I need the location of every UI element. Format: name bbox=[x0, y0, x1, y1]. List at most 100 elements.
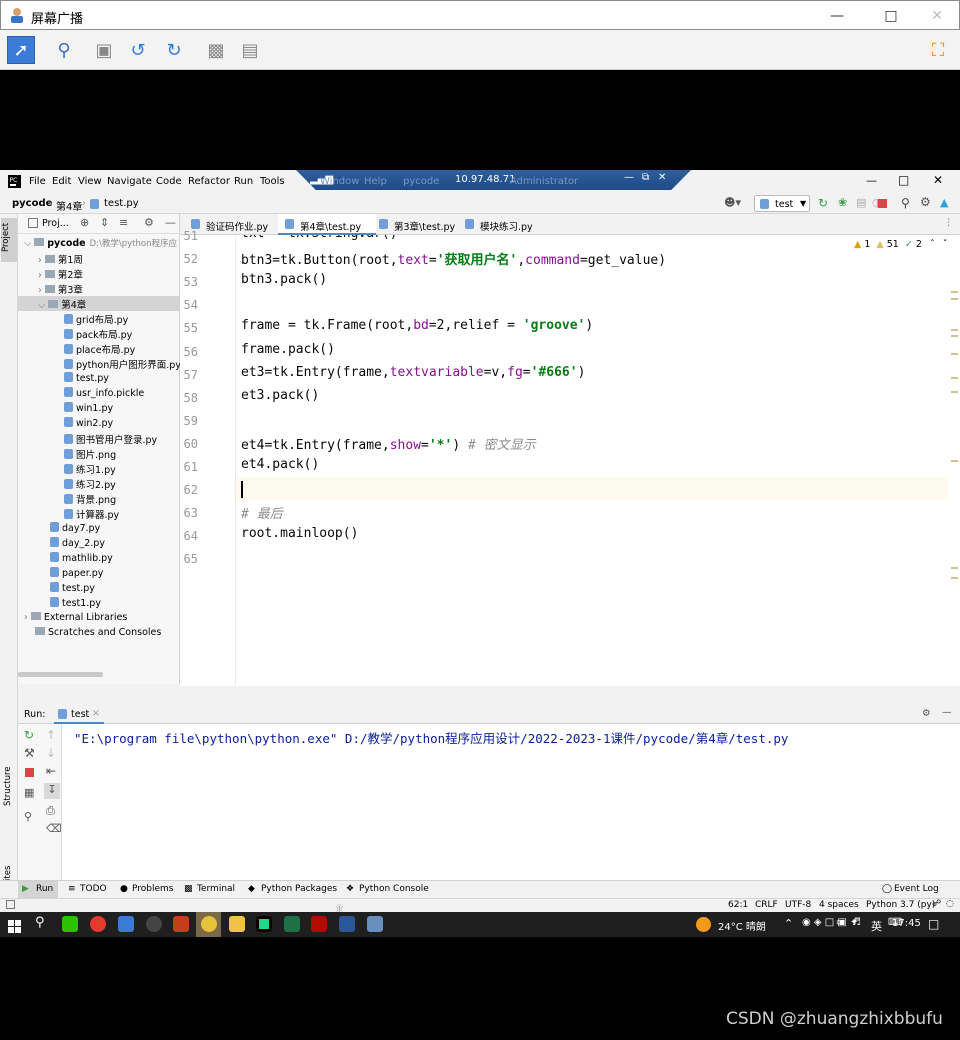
search-icon[interactable]: ⚲ bbox=[901, 196, 910, 210]
clock[interactable]: 17:45 bbox=[892, 918, 921, 929]
locate-icon[interactable]: ⊕ bbox=[80, 216, 89, 229]
redo-icon[interactable]: ↻ bbox=[160, 36, 188, 64]
bottom-tab-terminal[interactable]: Terminal bbox=[197, 884, 235, 894]
menu-window[interactable]: Window bbox=[320, 176, 359, 187]
weather-text[interactable]: 24°C 晴朗 bbox=[718, 918, 766, 933]
code-line[interactable]: et3=tk.Entry(frame,textvariable=v,fg='#6… bbox=[241, 365, 585, 380]
chevron-down-icon[interactable]: ⌵ bbox=[38, 300, 45, 311]
bottom-tab-run[interactable]: ▶ Run bbox=[18, 881, 58, 898]
editor-scrollbar[interactable] bbox=[948, 235, 960, 686]
powerpoint-icon[interactable] bbox=[173, 916, 189, 932]
code-line[interactable]: frame.pack() bbox=[241, 342, 335, 357]
bottom-tab-problems[interactable]: Problems bbox=[132, 884, 173, 894]
file-encoding[interactable]: UTF-8 bbox=[785, 900, 811, 910]
interpreter[interactable]: Python 3.7 (py) bbox=[866, 900, 935, 910]
tree-item[interactable]: ⌵ 第4章 bbox=[18, 296, 180, 311]
tree-item[interactable]: test.py bbox=[18, 371, 180, 386]
chevron-down-icon[interactable]: ˇ bbox=[943, 239, 948, 250]
remote-control-bar[interactable]: ▂▄▆ Window Help pycode 10.97.48.71 Admin… bbox=[296, 170, 691, 190]
tree-item[interactable]: 图片.png bbox=[18, 446, 180, 461]
tab-module-practice[interactable]: 模块练习.py × bbox=[458, 214, 548, 244]
close-tab-icon[interactable]: × bbox=[92, 708, 100, 719]
tree-item[interactable]: usr_info.pickle bbox=[18, 386, 180, 401]
search-icon[interactable]: ⚲ bbox=[35, 915, 45, 930]
tree-horizontal-scrollbar[interactable] bbox=[18, 672, 103, 677]
pycharm-icon[interactable] bbox=[256, 916, 272, 932]
gear-icon[interactable]: ⚙ bbox=[922, 708, 931, 719]
acrobat-icon[interactable] bbox=[311, 916, 327, 932]
layout-icon[interactable]: ▦ bbox=[24, 786, 34, 799]
bottom-tab-todo[interactable]: TODO bbox=[80, 884, 107, 894]
print-icon[interactable]: ⎙ bbox=[46, 804, 55, 818]
volume-icon[interactable]: ♬ bbox=[852, 917, 861, 928]
debug-icon[interactable]: ❀ bbox=[838, 196, 847, 209]
tab-actions-icon[interactable]: ⋮ bbox=[944, 217, 954, 228]
caret-position[interactable]: 62:1 bbox=[728, 900, 748, 910]
console-output[interactable]: "E:\program file\python\python.exe" D:/教… bbox=[74, 728, 788, 747]
remote-minimize-icon[interactable]: — bbox=[624, 172, 634, 183]
menu-tools[interactable]: Tools bbox=[260, 176, 285, 187]
word-icon[interactable] bbox=[339, 916, 355, 932]
chevron-right-icon[interactable]: › bbox=[38, 255, 42, 266]
broadcast-app-icon[interactable] bbox=[367, 916, 383, 932]
chat-icon[interactable] bbox=[146, 916, 162, 932]
event-log-button[interactable]: Event Log bbox=[894, 884, 939, 894]
wrench-icon[interactable]: ⚒ bbox=[24, 746, 35, 760]
down-arrow-icon[interactable]: ↓ bbox=[46, 746, 56, 760]
tree-item[interactable]: place布局.py bbox=[18, 341, 180, 356]
remote-close-icon[interactable]: ✕ bbox=[658, 172, 666, 183]
tree-item[interactable]: paper.py bbox=[18, 566, 180, 581]
tree-item[interactable]: day_2.py bbox=[18, 536, 180, 551]
screen-icon[interactable]: ▤ bbox=[236, 36, 264, 64]
minimize-button[interactable]: — bbox=[823, 5, 851, 27]
excel-icon[interactable] bbox=[284, 916, 300, 932]
rerun-icon[interactable]: ↻ bbox=[818, 196, 828, 210]
run-tab-test[interactable]: test × bbox=[54, 706, 104, 724]
code-line[interactable]: btn3=tk.Button(root,text='获取用户名',command… bbox=[241, 249, 666, 268]
menu-view[interactable]: View bbox=[78, 176, 102, 187]
monitor-icon[interactable]: ▣ bbox=[90, 36, 118, 64]
chevron-right-icon[interactable]: › bbox=[24, 612, 28, 623]
line-separator[interactable]: CRLF bbox=[755, 900, 778, 910]
code-line[interactable]: # 最后 bbox=[241, 503, 283, 522]
plugin-icon[interactable]: ▲ bbox=[940, 196, 948, 209]
scroll-to-end-icon[interactable]: ↧ bbox=[44, 783, 60, 799]
menu-refactor[interactable]: Refactor bbox=[188, 176, 230, 187]
coverage-icon[interactable]: ▤ bbox=[856, 196, 866, 209]
up-arrow-icon[interactable]: ↑ bbox=[46, 728, 56, 742]
code-line[interactable]: et4.pack() bbox=[241, 457, 319, 472]
chevron-right-icon[interactable]: › bbox=[38, 270, 42, 281]
ide-maximize-button[interactable]: □ bbox=[898, 173, 909, 187]
wechat-icon[interactable] bbox=[62, 916, 78, 932]
lock-icon[interactable]: ☍ bbox=[932, 899, 941, 909]
tree-item[interactable]: win1.py bbox=[18, 401, 180, 416]
menu-code[interactable]: Code bbox=[156, 176, 182, 187]
tree-item[interactable]: 背景.png bbox=[18, 491, 180, 506]
code-line[interactable]: et3.pack() bbox=[241, 388, 319, 403]
rerun-icon[interactable]: ↻ bbox=[24, 728, 34, 742]
app-icon[interactable] bbox=[118, 916, 134, 932]
tab-ch4-test[interactable]: 第4章\test.py × bbox=[278, 214, 376, 244]
network-icon[interactable]: ▭ bbox=[836, 917, 845, 928]
breadcrumb-folder[interactable]: 第4章 bbox=[56, 198, 82, 213]
fullscreen-icon[interactable]: ⛶ bbox=[924, 36, 952, 64]
file-explorer-icon[interactable] bbox=[229, 916, 245, 932]
tree-item[interactable]: 练习2.py bbox=[18, 476, 180, 491]
close-button[interactable]: ✕ bbox=[923, 5, 951, 27]
pin-icon[interactable]: ⚲ bbox=[24, 810, 32, 823]
notification-center-icon[interactable]: □ bbox=[928, 917, 939, 931]
tray-expand-icon[interactable]: ⌃ bbox=[784, 917, 793, 930]
hide-panel-icon[interactable]: — bbox=[165, 216, 176, 229]
inspection-widget[interactable]: ▲ 1 ▲ 51 ✓ 2 ˆ ˇ bbox=[854, 239, 948, 250]
tree-item[interactable]: 计算器.py bbox=[18, 506, 180, 521]
tree-item[interactable]: Scratches and Consoles bbox=[18, 626, 180, 641]
tree-item[interactable]: 图书管用户登录.py bbox=[18, 431, 180, 446]
chevron-up-icon[interactable]: ˆ bbox=[930, 239, 935, 250]
code-line[interactable]: frame = tk.Frame(root,bd=2,relief = 'gro… bbox=[241, 318, 593, 333]
trash-icon[interactable]: ⌫ bbox=[46, 822, 62, 835]
tree-item[interactable]: 练习1.py bbox=[18, 461, 180, 476]
code-line[interactable]: root.mainloop() bbox=[241, 526, 358, 541]
user-icon[interactable]: ☻▾ bbox=[724, 196, 741, 209]
code-line[interactable]: et4=tk.Entry(frame,show='*') # 密文显示 bbox=[241, 434, 536, 453]
tree-item[interactable]: pack布局.py bbox=[18, 326, 180, 341]
